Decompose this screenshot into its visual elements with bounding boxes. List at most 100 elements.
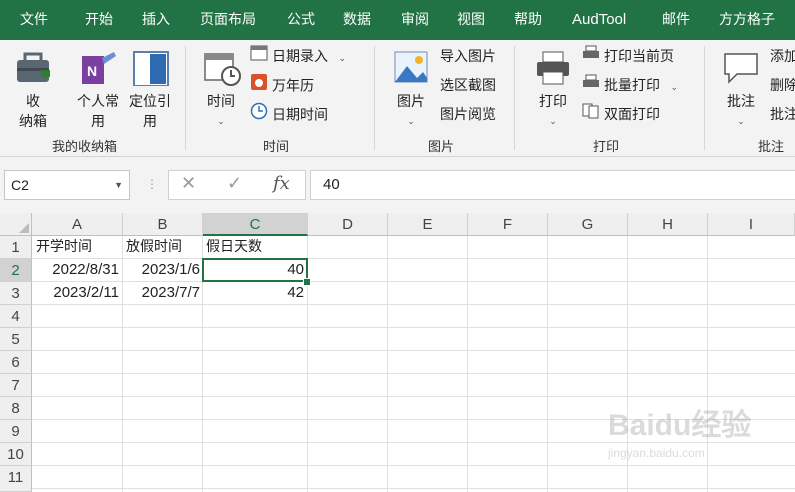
name-box-value: C2 <box>11 177 29 193</box>
locate-reference-label: 定位引 用 <box>129 94 171 130</box>
tab-mail[interactable]: 邮件 <box>662 0 690 40</box>
column-header-g[interactable]: G <box>548 213 628 236</box>
duplex-print-icon <box>582 102 600 128</box>
formula-input[interactable]: 40 <box>310 170 795 200</box>
picture-viewer-button[interactable]: 图片阅览 <box>440 102 496 128</box>
chevron-down-icon[interactable]: ▼ <box>114 171 123 199</box>
printer-icon <box>537 51 569 85</box>
tab-formulas[interactable]: 公式 <box>287 0 315 40</box>
grip-icon[interactable]: ⋮ <box>146 177 158 191</box>
tab-home[interactable]: 开始 <box>85 0 113 40</box>
time-button[interactable]: 时间 ⌄ <box>198 50 244 132</box>
row-header-8[interactable]: 8 <box>0 397 32 420</box>
name-box[interactable]: C2 ▼ <box>4 170 130 200</box>
print-current-page-button[interactable]: 打印当前页 <box>582 44 674 70</box>
column-header-i[interactable]: I <box>708 213 795 236</box>
clock-icon <box>250 102 268 129</box>
grid-line <box>307 236 308 492</box>
locate-reference-icon <box>133 51 169 87</box>
date-time-button[interactable]: 日期时间 <box>250 102 328 128</box>
tab-view[interactable]: 视图 <box>457 0 485 40</box>
column-header-d[interactable]: D <box>308 213 388 236</box>
duplex-print-button[interactable]: 双面打印 <box>582 102 660 128</box>
comment-more-button[interactable]: 批注 <box>770 102 795 128</box>
grid-line <box>467 236 468 492</box>
cell-b2[interactable]: 2023/1/6 <box>122 259 200 281</box>
calendar-clock-icon <box>204 53 241 86</box>
select-all-button[interactable] <box>0 213 32 236</box>
column-header-e[interactable]: E <box>388 213 468 236</box>
tab-page-layout[interactable]: 页面布局 <box>200 0 256 40</box>
personal-common-label: 个人常 用 <box>77 94 119 130</box>
tab-review[interactable]: 审阅 <box>401 0 429 40</box>
grid-line <box>32 373 795 374</box>
ribbon: 收 纳箱 N 个人常 用 定位引 用 我的收纳箱 时间 ⌄ 日期录入 ⌄ 万年历… <box>0 40 795 157</box>
locate-reference-button[interactable]: 定位引 用 <box>126 50 174 132</box>
perpetual-calendar-button[interactable]: 万年历 <box>250 73 314 99</box>
tab-insert[interactable]: 插入 <box>142 0 170 40</box>
storage-box-button[interactable]: 收 纳箱 <box>10 50 56 132</box>
tab-audtool[interactable]: AudTool <box>572 0 626 40</box>
row-header-2[interactable]: 2 <box>0 259 32 282</box>
cell-b1[interactable]: 放假时间 <box>126 236 202 258</box>
watermark: Baidu经验 jingyan.baidu.com <box>608 400 758 480</box>
onenote-icon: N <box>82 52 116 84</box>
cell-a1[interactable]: 开学时间 <box>36 236 122 258</box>
column-header-h[interactable]: H <box>628 213 708 236</box>
cell-c2[interactable]: 40 <box>202 259 304 281</box>
cell-a2[interactable]: 2022/8/31 <box>32 259 119 281</box>
cell-c3[interactable]: 42 <box>202 282 304 304</box>
batch-print-label: 批量打印 <box>604 78 660 94</box>
date-entry-icon <box>250 44 268 70</box>
row-header-9[interactable]: 9 <box>0 420 32 443</box>
grid-line <box>32 488 795 489</box>
svg-text:N: N <box>87 63 97 79</box>
add-comment-button[interactable]: 添加 <box>770 44 795 70</box>
column-header-c[interactable]: C <box>203 213 308 236</box>
column-header-a[interactable]: A <box>32 213 123 236</box>
column-header-b[interactable]: B <box>123 213 203 236</box>
comment-button[interactable]: 批注 ⌄ <box>718 50 764 132</box>
chevron-down-icon: ⌄ <box>217 117 225 127</box>
grid-line <box>387 236 388 492</box>
cell-c1[interactable]: 假日天数 <box>206 236 306 258</box>
tab-help[interactable]: 帮助 <box>514 0 542 40</box>
cancel-icon[interactable]: ✕ <box>181 173 196 194</box>
import-picture-button[interactable]: 导入图片 <box>440 44 496 70</box>
fill-handle[interactable] <box>303 278 311 286</box>
batch-print-button[interactable]: 批量打印 ⌄ <box>582 73 678 99</box>
range-screenshot-button[interactable]: 选区截图 <box>440 73 496 99</box>
row-header-4[interactable]: 4 <box>0 305 32 328</box>
picture-button[interactable]: 图片 ⌄ <box>388 50 434 132</box>
comment-icon <box>724 53 758 84</box>
enter-icon[interactable]: ✓ <box>227 173 242 194</box>
print-page-icon <box>582 44 600 70</box>
print-current-page-label: 打印当前页 <box>604 49 674 65</box>
date-entry-label: 日期录入 <box>272 49 328 65</box>
tab-ffcell[interactable]: 方方格子 <box>719 0 775 40</box>
duplex-print-label: 双面打印 <box>604 107 660 123</box>
date-entry-button[interactable]: 日期录入 ⌄ <box>250 44 346 70</box>
delete-comment-button[interactable]: 删除 <box>770 73 795 99</box>
row-header-6[interactable]: 6 <box>0 351 32 374</box>
column-header-f[interactable]: F <box>468 213 548 236</box>
cell-a3[interactable]: 2023/2/11 <box>32 282 119 304</box>
row-header-5[interactable]: 5 <box>0 328 32 351</box>
tab-data[interactable]: 数据 <box>343 0 371 40</box>
watermark-text: Baidu经验 <box>608 409 752 442</box>
cell-b3[interactable]: 2023/7/7 <box>122 282 200 304</box>
row-header-10[interactable]: 10 <box>0 443 32 466</box>
personal-common-button[interactable]: N 个人常 用 <box>72 50 124 132</box>
chevron-down-icon: ⌄ <box>407 117 415 127</box>
grid-line <box>32 396 795 397</box>
tab-file[interactable]: 文件 <box>20 0 48 40</box>
print-button[interactable]: 打印 ⌄ <box>530 50 576 132</box>
grid-line <box>32 350 795 351</box>
insert-function-icon[interactable]: fx <box>273 173 290 194</box>
row-header-3[interactable]: 3 <box>0 282 32 305</box>
row-header-11[interactable]: 11 <box>0 466 32 492</box>
picture-icon <box>394 51 428 83</box>
row-header-7[interactable]: 7 <box>0 374 32 397</box>
picture-group-label: 图片 <box>428 140 455 155</box>
row-header-1[interactable]: 1 <box>0 236 32 259</box>
